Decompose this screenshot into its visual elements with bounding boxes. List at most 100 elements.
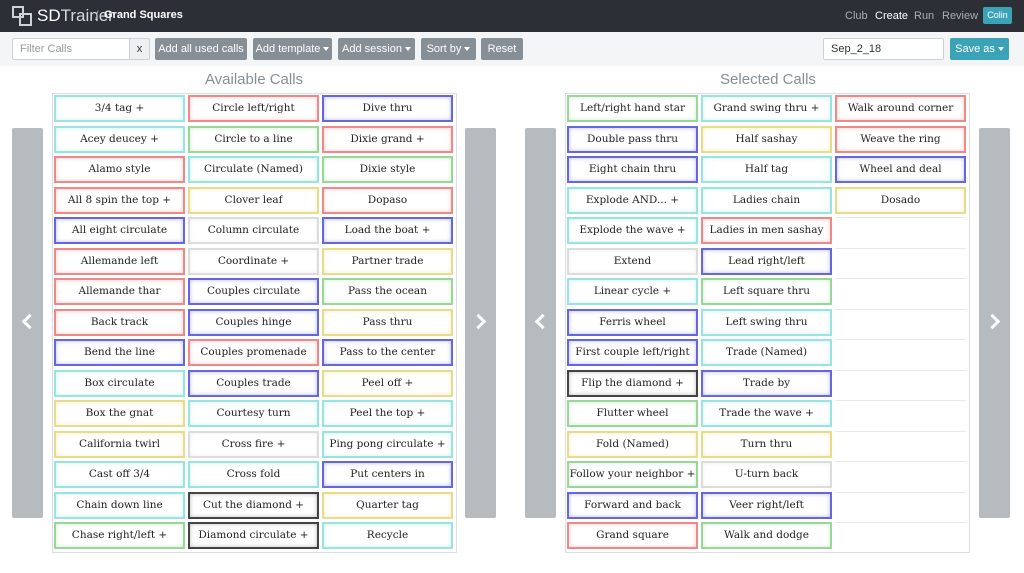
selected-call-item[interactable]: Grand square — [567, 522, 698, 549]
nav-create[interactable]: Create — [875, 10, 908, 22]
selected-call-item[interactable]: Wheel and deal — [835, 156, 966, 183]
selected-call-item[interactable]: Half tag — [701, 156, 832, 183]
selected-call-item[interactable]: Flip the diamond + — [567, 369, 698, 397]
available-prev-button[interactable] — [12, 128, 43, 518]
available-call-item[interactable]: Cast off 3/4 — [54, 461, 185, 488]
available-call-item[interactable]: Peel off + — [322, 369, 453, 397]
session-name-input[interactable]: Sep_2_18 — [823, 38, 944, 60]
nav-review[interactable]: Review — [942, 10, 978, 22]
available-call-item[interactable]: Dopaso — [322, 186, 453, 214]
available-call-item[interactable]: Cross fire + — [188, 430, 319, 458]
nav-run[interactable]: Run — [914, 10, 934, 22]
selected-call-item[interactable]: Trade (Named) — [701, 339, 832, 366]
selected-call-item[interactable]: Turn thru — [701, 430, 832, 458]
available-call-item[interactable]: Box the gnat — [54, 400, 185, 427]
selected-call-item[interactable]: Follow your neighbor + — [567, 461, 698, 488]
selected-call-item[interactable]: First couple left/right — [567, 339, 698, 366]
available-call-item[interactable]: Bend the line — [54, 339, 185, 366]
selected-call-item[interactable]: Lead right/left — [701, 247, 832, 275]
available-call-item[interactable]: Acey deucey + — [54, 125, 185, 153]
add-all-used-button[interactable]: Add all used calls — [155, 38, 247, 60]
selected-call-item[interactable]: Weave the ring — [835, 125, 966, 153]
add-session-button[interactable]: Add session — [338, 38, 415, 60]
selected-call-item[interactable]: Linear cycle + — [567, 278, 698, 305]
available-call-item[interactable]: Courtesy turn — [188, 400, 319, 427]
available-call-item[interactable]: Clover leaf — [188, 186, 319, 214]
available-call-item[interactable]: Pass to the center — [322, 339, 453, 366]
selected-call-item[interactable]: Explode AND... + — [567, 186, 698, 214]
selected-call-item[interactable]: Left square thru — [701, 278, 832, 305]
available-call-item[interactable]: California twirl — [54, 430, 185, 458]
available-call-item[interactable]: Ping pong circulate + — [322, 430, 453, 458]
available-call-item[interactable]: Allemande thar — [54, 278, 185, 305]
available-call-item[interactable]: Partner trade — [322, 247, 453, 275]
available-call-item[interactable]: Dive thru — [322, 95, 453, 122]
sort-by-button[interactable]: Sort by — [421, 38, 476, 60]
selected-call-item[interactable]: Flutter wheel — [567, 400, 698, 427]
selected-call-item[interactable]: Grand swing thru + — [701, 95, 832, 122]
available-call-item[interactable]: Cross fold — [188, 461, 319, 488]
available-call-item[interactable]: Peel the top + — [322, 400, 453, 427]
selected-prev-button[interactable] — [525, 128, 556, 518]
selected-call-item[interactable]: Left/right hand star — [567, 95, 698, 122]
selected-call-item[interactable]: Explode the wave + — [567, 217, 698, 244]
selected-next-button[interactable] — [979, 128, 1010, 518]
selected-call-item[interactable]: Dosado — [835, 186, 966, 214]
available-call-item[interactable]: Chain down line — [54, 491, 185, 519]
selected-call-item[interactable]: Extend — [567, 247, 698, 275]
selected-call-item[interactable]: Fold (Named) — [567, 430, 698, 458]
brand-name[interactable]: SDTrainer — [37, 6, 114, 26]
nav-club[interactable]: Club — [845, 10, 868, 22]
selected-call-item[interactable]: Walk around corner — [835, 95, 966, 122]
user-menu-button[interactable]: Colin — [983, 7, 1012, 24]
available-call-item[interactable]: Couples promenade — [188, 339, 319, 366]
available-call-item[interactable]: Dixie style — [322, 156, 453, 183]
available-call-item[interactable]: Column circulate — [188, 217, 319, 244]
available-call-item[interactable]: 3/4 tag + — [54, 95, 185, 122]
available-call-item[interactable]: Load the boat + — [322, 217, 453, 244]
available-call-item[interactable]: Pass the ocean — [322, 278, 453, 305]
available-call-item[interactable]: Cut the diamond + — [188, 491, 319, 519]
selected-call-item[interactable]: Ladies in men sashay — [701, 217, 832, 244]
filter-clear-button[interactable]: x — [129, 38, 150, 60]
available-call-item[interactable]: All 8 spin the top + — [54, 186, 185, 214]
available-call-item[interactable]: Couples trade — [188, 369, 319, 397]
selected-call-item[interactable]: Ladies chain — [701, 186, 832, 214]
selected-call-item[interactable]: Trade by — [701, 369, 832, 397]
reset-button[interactable]: Reset — [481, 38, 523, 60]
available-call-item[interactable]: Alamo style — [54, 156, 185, 183]
available-call-item[interactable]: Pass thru — [322, 308, 453, 336]
selected-call-item[interactable]: Walk and dodge — [701, 522, 832, 549]
add-template-button[interactable]: Add template — [253, 38, 332, 60]
available-call-item[interactable]: Circle to a line — [188, 125, 319, 153]
logo-icon[interactable] — [12, 6, 32, 26]
selected-call-item[interactable]: Left swing thru — [701, 308, 832, 336]
selected-call-item[interactable]: Half sashay — [701, 125, 832, 153]
available-call-item[interactable]: Couples hinge — [188, 308, 319, 336]
available-call-item[interactable]: Circle left/right — [188, 95, 319, 122]
available-call-item[interactable]: Diamond circulate + — [188, 522, 319, 549]
selected-call-item[interactable]: Eight chain thru — [567, 156, 698, 183]
available-call-item[interactable]: Put centers in — [322, 461, 453, 488]
available-call-item[interactable]: Back track — [54, 308, 185, 336]
available-next-button[interactable] — [465, 128, 496, 518]
selected-call-item[interactable]: U-turn back — [701, 461, 832, 488]
available-call-item[interactable]: Quarter tag — [322, 491, 453, 519]
available-call-item[interactable]: Recycle — [322, 522, 453, 549]
selected-call-item[interactable]: Veer right/left — [701, 491, 832, 519]
selected-call-item[interactable]: Forward and back — [567, 491, 698, 519]
available-call-item[interactable]: Allemande left — [54, 247, 185, 275]
breadcrumb-current[interactable]: Grand Squares — [104, 9, 183, 21]
available-call-item[interactable]: All eight circulate — [54, 217, 185, 244]
selected-call-item[interactable]: Ferris wheel — [567, 308, 698, 336]
save-as-button[interactable]: Save as — [950, 38, 1009, 60]
available-call-item[interactable]: Dixie grand + — [322, 125, 453, 153]
selected-call-item[interactable]: Double pass thru — [567, 125, 698, 153]
selected-call-item[interactable]: Trade the wave + — [701, 400, 832, 427]
available-call-item[interactable]: Chase right/left + — [54, 522, 185, 549]
available-call-item[interactable]: Coordinate + — [188, 247, 319, 275]
available-call-item[interactable]: Couples circulate — [188, 278, 319, 305]
available-call-item[interactable]: Box circulate — [54, 369, 185, 397]
filter-calls-input[interactable]: Filter Calls — [12, 38, 130, 60]
available-call-item[interactable]: Circulate (Named) — [188, 156, 319, 183]
